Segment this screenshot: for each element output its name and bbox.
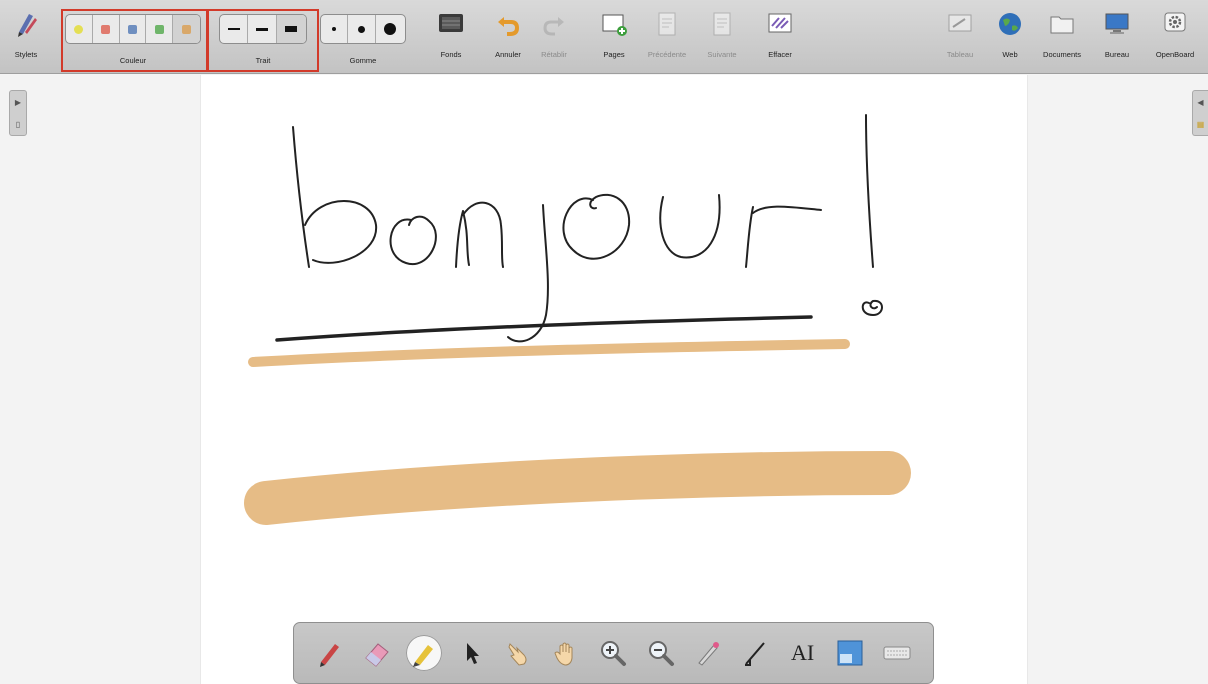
page-thumbnail-icon: ▯ <box>15 119 21 129</box>
previous-page-label: Précédente <box>647 50 687 59</box>
drawing-layer <box>244 114 911 525</box>
redo-button[interactable]: Rétablir <box>536 8 572 68</box>
eraser-large[interactable] <box>376 15 405 43</box>
left-margin-area <box>0 75 200 684</box>
pen-tool[interactable] <box>312 635 348 671</box>
left-panel-tab[interactable]: ▶ ▯ <box>9 90 27 136</box>
line-tool[interactable] <box>737 635 773 671</box>
pages-icon <box>600 8 628 40</box>
color-highlight-box <box>61 9 208 72</box>
openboard-label: OpenBoard <box>1155 50 1195 59</box>
handwriting-bonjour <box>292 114 883 343</box>
desktop-label: Bureau <box>1104 50 1130 59</box>
stroke-highlight-box <box>207 9 319 72</box>
backgrounds-button[interactable]: Fonds <box>434 8 468 68</box>
highlighter-stroke-thin <box>248 339 850 367</box>
hand-tool[interactable] <box>548 635 584 671</box>
previous-page-button[interactable]: Précédente <box>645 8 689 68</box>
monitor-icon <box>1103 8 1131 40</box>
eraser-icon <box>365 643 389 667</box>
eraser-medium[interactable] <box>348 15 376 43</box>
erase-all-label: Effacer <box>768 50 792 59</box>
zoom-in-icon <box>601 641 627 666</box>
backgrounds-icon <box>437 8 465 40</box>
collapse-arrow-icon: ◀ <box>1197 97 1204 107</box>
zoom-out-icon <box>648 641 674 666</box>
erase-all-icon <box>766 8 794 40</box>
undo-label: Annuler <box>495 50 521 59</box>
laser-pointer-tool[interactable] <box>690 635 726 671</box>
capture-tool[interactable] <box>832 635 868 671</box>
library-icon: ▦ <box>1196 119 1205 129</box>
zoom-in-tool[interactable] <box>595 635 631 671</box>
pages-button[interactable]: Pages <box>598 8 630 68</box>
open-hand-icon <box>554 642 573 666</box>
erase-all-button[interactable]: Effacer <box>765 8 795 68</box>
laser-pointer-icon <box>698 642 720 666</box>
next-page-icon <box>708 8 736 40</box>
eraser-palette <box>320 14 406 44</box>
gear-icon <box>1161 8 1189 40</box>
web-label: Web <box>1002 50 1018 59</box>
virtual-keyboard-tool[interactable] <box>879 635 915 671</box>
globe-icon <box>996 8 1024 40</box>
documents-label: Documents <box>1043 50 1081 59</box>
expand-arrow-icon: ▶ <box>14 97 22 107</box>
eraser-group-label: Gomme <box>349 56 377 65</box>
text-tool[interactable]: AI <box>785 635 821 671</box>
stylets-icon <box>12 8 40 40</box>
board-icon <box>946 8 974 40</box>
top-toolbar: Stylets Couleur Trait Gomme Fonds Annule… <box>0 0 1208 74</box>
next-page-label: Suivante <box>707 50 737 59</box>
pointing-hand-icon <box>508 643 527 666</box>
board-mode-button[interactable]: Tableau <box>944 8 976 68</box>
right-panel-tab[interactable]: ◀ ▦ <box>1192 90 1208 136</box>
zoom-out-tool[interactable] <box>643 635 679 671</box>
undo-icon <box>494 8 522 40</box>
highlighter-icon <box>413 645 434 667</box>
eraser-tool[interactable] <box>359 635 395 671</box>
desktop-button[interactable]: Bureau <box>1102 8 1132 68</box>
keyboard-icon <box>883 646 911 660</box>
line-tool-icon <box>745 642 766 666</box>
board-label: Tableau <box>946 50 974 59</box>
openboard-menu-button[interactable]: OpenBoard <box>1148 8 1202 68</box>
stylus-palette: AI <box>293 622 934 684</box>
interact-tool[interactable] <box>501 635 537 671</box>
text-tool-icon: AI <box>791 640 815 665</box>
undo-button[interactable]: Annuler <box>490 8 526 68</box>
previous-page-icon <box>653 8 681 40</box>
next-page-button[interactable]: Suivante <box>702 8 742 68</box>
arrow-pointer-icon <box>466 643 479 664</box>
pages-label: Pages <box>603 50 625 59</box>
documents-button[interactable]: Documents <box>1038 8 1086 68</box>
pen-icon <box>319 644 339 667</box>
redo-label: Rétablir <box>541 50 567 59</box>
whiteboard-canvas[interactable] <box>200 75 1028 684</box>
right-margin-area <box>1028 75 1208 684</box>
highlighter-stroke-thick <box>244 451 911 525</box>
stylets-button[interactable]: Stylets <box>10 8 42 68</box>
selector-tool[interactable] <box>454 635 490 671</box>
folder-icon <box>1048 8 1076 40</box>
backgrounds-label: Fonds <box>440 50 462 59</box>
web-button[interactable]: Web <box>996 8 1024 68</box>
redo-icon <box>540 8 568 40</box>
capture-icon <box>837 640 863 666</box>
stylets-label: Stylets <box>14 50 38 59</box>
highlighter-tool[interactable] <box>406 635 443 671</box>
eraser-small[interactable] <box>321 15 349 43</box>
